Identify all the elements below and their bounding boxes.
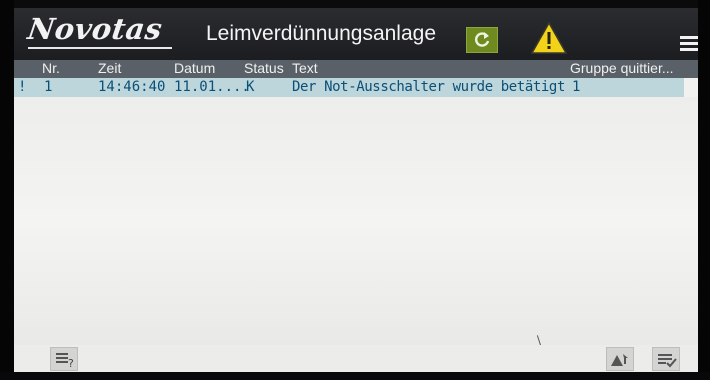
brand-logo: Novotas [25, 12, 165, 46]
footer-bar [14, 345, 698, 372]
alarm-list-area[interactable] [14, 97, 698, 349]
column-header-datum[interactable]: Datum [174, 60, 215, 76]
device-bezel-left [0, 0, 14, 380]
cell-datum: 11.01.... [174, 79, 250, 95]
menu-icon[interactable] [680, 36, 698, 54]
help-list-icon: ? [56, 353, 74, 369]
column-header-gruppe[interactable]: Gruppe quittier... [570, 60, 674, 76]
hmi-screen: Novotas Leimverdünnungsanlage Nr. Zeit D… [14, 8, 698, 372]
device-bezel-bottom [0, 372, 710, 380]
row-marker: ! [18, 79, 27, 95]
alarm-table-header: Nr. Zeit Datum Status Text Gruppe quitti… [14, 60, 698, 78]
acknowledge-alarm-button[interactable] [606, 347, 634, 371]
column-header-nr[interactable]: Nr. [42, 60, 60, 76]
column-header-zeit[interactable]: Zeit [98, 60, 121, 76]
cell-status: K [246, 79, 255, 95]
acknowledge-alarm-icon [611, 354, 628, 366]
cell-text: Der Not-Ausschalter wurde betätigt [292, 79, 565, 95]
warning-icon[interactable] [530, 21, 568, 55]
cell-zeit: 14:46:40 [98, 79, 166, 95]
refresh-button[interactable] [466, 27, 498, 53]
cell-nr: 1 [44, 79, 53, 95]
acknowledge-list-button[interactable] [652, 347, 680, 371]
table-row[interactable]: ! 1 14:46:40 11.01.... K Der Not-Ausscha… [14, 78, 684, 97]
cell-gruppe: 1 [572, 79, 581, 95]
svg-text:?: ? [68, 357, 74, 369]
device-bezel-right [698, 0, 710, 380]
page-title: Leimverdünnungsanlage [206, 22, 437, 45]
column-header-text[interactable]: Text [292, 60, 318, 76]
acknowledge-list-icon [658, 354, 677, 368]
logo-underline [28, 47, 172, 49]
refresh-icon [475, 32, 490, 47]
header-bar: Novotas Leimverdünnungsanlage [14, 8, 698, 60]
help-list-button[interactable]: ? [50, 347, 78, 371]
column-header-status[interactable]: Status [244, 60, 284, 76]
